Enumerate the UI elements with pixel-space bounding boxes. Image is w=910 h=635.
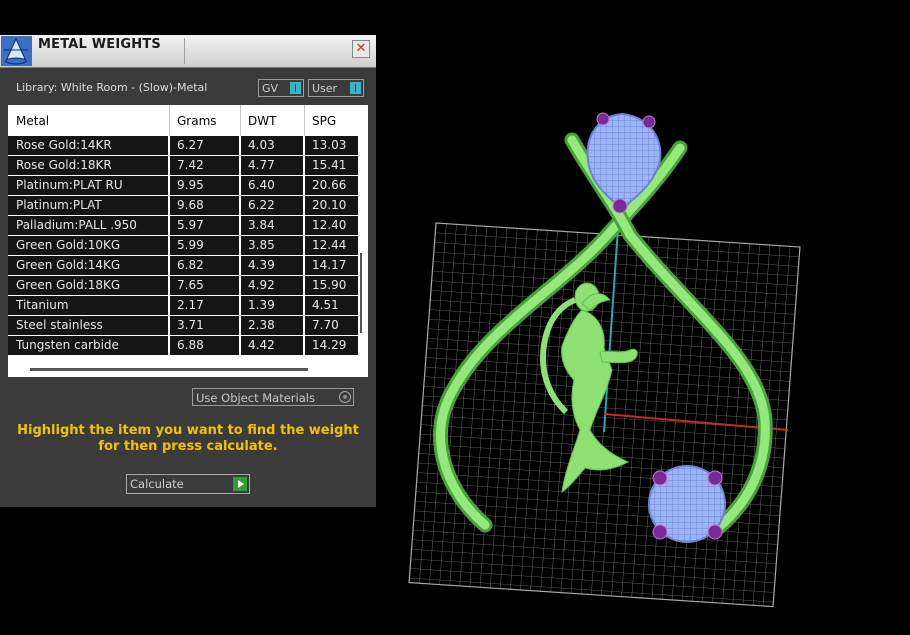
- table-row[interactable]: Steel stainless 3.71 2.38 7.70: [8, 316, 358, 335]
- table-cell: 20.10: [312, 198, 347, 212]
- table-row[interactable]: Platinum:PLAT RU 9.95 6.40 20.66: [8, 176, 358, 195]
- radio-icon[interactable]: [339, 391, 351, 403]
- table-cell: 5.97: [177, 218, 204, 232]
- panel-titlebar[interactable]: METAL WEIGHTS ✕: [0, 35, 376, 68]
- metal-table[interactable]: Metal Grams DWT SPG Rose Gold:14KR 6.27 4.…: [8, 105, 368, 377]
- play-icon: [233, 477, 247, 491]
- table-row[interactable]: Green Gold:14KG 6.82 4.39 14.17: [8, 256, 358, 275]
- table-cell: 4.42: [248, 338, 275, 352]
- library-label: Library: White Room - (Slow)-Metal: [16, 81, 208, 94]
- table-cell: 12.40: [312, 218, 347, 232]
- table-cell: 6.82: [177, 258, 204, 272]
- table-cell: Rose Gold:18KR: [16, 158, 112, 172]
- table-cell: 4.92: [248, 278, 275, 292]
- column-header-dwt[interactable]: DWT: [248, 114, 276, 128]
- metal-weights-panel: METAL WEIGHTS ✕ Library: White Room - (S…: [0, 35, 376, 507]
- column-divider: [303, 136, 305, 355]
- table-cell: 6.27: [177, 138, 204, 152]
- table-cell: Rose Gold:14KR: [16, 138, 112, 152]
- close-icon: ✕: [355, 41, 367, 56]
- calculate-button[interactable]: Calculate: [126, 474, 250, 494]
- table-cell: 14.17: [312, 258, 347, 272]
- column-header-spg[interactable]: SPG: [312, 114, 336, 128]
- table-row[interactable]: Titanium 2.17 1.39 4.51: [8, 296, 358, 315]
- table-cell: 3.71: [177, 318, 204, 332]
- column-divider: [239, 136, 241, 355]
- column-header-metal[interactable]: Metal: [16, 114, 49, 128]
- table-cell: Titanium: [16, 298, 69, 312]
- table-cell: Green Gold:14KG: [16, 258, 121, 272]
- user-toggle[interactable]: User: [308, 79, 364, 97]
- table-cell: Tungsten carbide: [16, 338, 119, 352]
- table-cell: 3.85: [248, 238, 275, 252]
- table-cell: 9.95: [177, 178, 204, 192]
- column-divider: [168, 136, 170, 355]
- table-cell: 6.40: [248, 178, 275, 192]
- table-row[interactable]: Palladium:PALL .950 5.97 3.84 12.40: [8, 216, 358, 235]
- table-cell: 7.65: [177, 278, 204, 292]
- table-row[interactable]: Rose Gold:18KR 7.42 4.77 15.41: [8, 156, 358, 175]
- table-cell: Palladium:PALL .950: [16, 218, 137, 232]
- table-cell: 4.39: [248, 258, 275, 272]
- gv-toggle-label: GV: [262, 82, 279, 95]
- table-cell: Platinum:PLAT RU: [16, 178, 123, 192]
- table-row[interactable]: Green Gold:10KG 5.99 3.85 12.44: [8, 236, 358, 255]
- instructions-text: Highlight the item you want to find the …: [17, 423, 359, 454]
- user-toggle-label: User: [312, 82, 338, 95]
- table-row[interactable]: Rose Gold:14KR 6.27 4.03 13.03: [8, 136, 358, 155]
- table-cell: 13.03: [312, 138, 347, 152]
- table-cell: 7.42: [177, 158, 204, 172]
- header-divider: [240, 105, 241, 136]
- table-cell: 6.22: [248, 198, 275, 212]
- header-divider: [169, 105, 170, 136]
- table-cell: Green Gold:10KG: [16, 238, 121, 252]
- table-cell: 20.66: [312, 178, 347, 192]
- table-cell: Platinum:PLAT: [16, 198, 102, 212]
- table-cell: 9.68: [177, 198, 204, 212]
- table-header: Metal Grams DWT SPG: [8, 105, 358, 137]
- titlebar-divider: [184, 38, 185, 64]
- cone-app-icon: [1, 36, 32, 66]
- table-row[interactable]: Tungsten carbide 6.88 4.42 14.29: [8, 336, 358, 355]
- table-cell: 4.77: [248, 158, 275, 172]
- table-cell: 7.70: [312, 318, 339, 332]
- table-cell: 6.88: [177, 338, 204, 352]
- table-cell: 4.51: [312, 298, 339, 312]
- table-cell: 1.39: [248, 298, 275, 312]
- table-cell: 4.03: [248, 138, 275, 152]
- bottom-gemstone: [648, 465, 726, 543]
- toggle-knob-icon: [350, 82, 361, 94]
- table-cell: 12.44: [312, 238, 347, 252]
- calculate-label: Calculate: [130, 477, 184, 491]
- table-row[interactable]: Platinum:PLAT 9.68 6.22 20.10: [8, 196, 358, 215]
- gv-toggle[interactable]: GV: [258, 79, 304, 97]
- column-header-grams[interactable]: Grams: [177, 114, 217, 128]
- toggle-knob-icon: [290, 82, 301, 94]
- panel-title: METAL WEIGHTS: [38, 37, 161, 52]
- table-cell: 2.17: [177, 298, 204, 312]
- vertical-scroll-thumb[interactable]: [360, 253, 362, 333]
- table-cell: Steel stainless: [16, 318, 103, 332]
- vertical-scrollbar[interactable]: [358, 105, 368, 377]
- table-cell: 14.29: [312, 338, 347, 352]
- table-cell: 2.38: [248, 318, 275, 332]
- header-divider: [304, 105, 305, 136]
- table-cell: 5.99: [177, 238, 204, 252]
- use-object-materials-label: Use Object Materials: [196, 391, 315, 405]
- table-cell: Green Gold:18KG: [16, 278, 121, 292]
- table-row[interactable]: Green Gold:18KG 7.65 4.92 15.90: [8, 276, 358, 295]
- table-cell: 3.84: [248, 218, 275, 232]
- use-object-materials-option[interactable]: Use Object Materials: [192, 388, 354, 406]
- table-cell: 15.41: [312, 158, 347, 172]
- horizontal-scroll-thumb[interactable]: [30, 368, 308, 371]
- table-cell: 15.90: [312, 278, 347, 292]
- close-button[interactable]: ✕: [352, 40, 370, 58]
